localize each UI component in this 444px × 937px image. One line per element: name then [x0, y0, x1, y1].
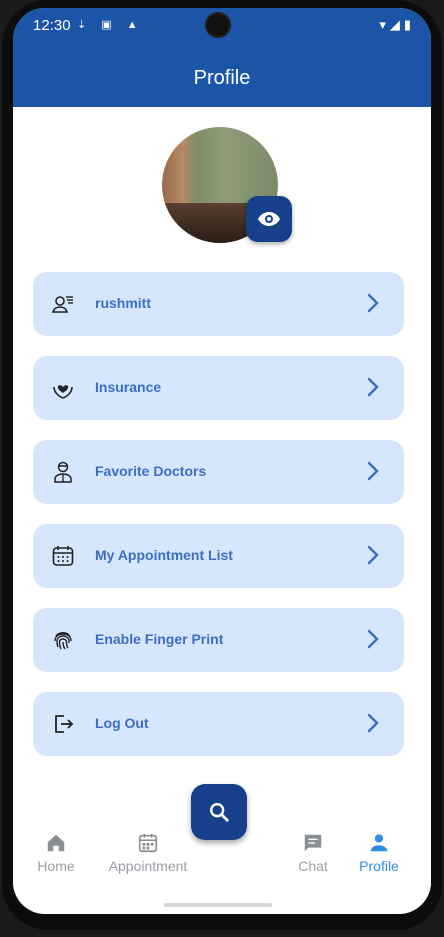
nav-chat[interactable]: Chat — [291, 832, 335, 874]
heart-hand-icon — [53, 385, 73, 399]
menu-item-label: Log Out — [95, 715, 149, 731]
home-icon — [47, 834, 65, 852]
menu-item-insurance[interactable]: Insurance — [33, 356, 404, 420]
menu-item-finger-print[interactable]: Enable Finger Print — [33, 608, 404, 672]
chevron-right-icon — [367, 545, 379, 565]
camera-cutout — [205, 12, 231, 38]
nav-label: Appointment — [108, 858, 188, 874]
menu-item-label: My Appointment List — [95, 547, 233, 563]
phone-frame: 12:30 ⇣ ▣ ▲ ▾◢▮ Profile rushmitt Insuran… — [2, 0, 442, 930]
menu-item-favorite-doctors[interactable]: Favorite Doctors — [33, 440, 404, 504]
user-list-icon — [51, 296, 73, 313]
gesture-bar[interactable] — [164, 903, 272, 907]
calendar-icon — [138, 833, 158, 853]
eye-icon — [258, 212, 280, 226]
nav-label: Profile — [359, 858, 399, 874]
nav-label: Chat — [298, 858, 328, 874]
menu-item-appointment-list[interactable]: My Appointment List — [33, 524, 404, 588]
chat-icon — [304, 834, 322, 852]
search-fab[interactable] — [191, 784, 247, 840]
menu-item-label: rushmitt — [95, 295, 151, 311]
chevron-right-icon — [367, 629, 379, 649]
fingerprint-icon — [54, 632, 72, 650]
nav-home[interactable]: Home — [33, 832, 79, 874]
chevron-right-icon — [367, 377, 379, 397]
calendar-icon — [52, 546, 74, 566]
search-icon — [210, 803, 229, 822]
status-time: 12:30 — [33, 17, 71, 34]
chevron-right-icon — [367, 293, 379, 313]
nav-profile[interactable]: Profile — [355, 832, 403, 874]
doctor-icon — [54, 461, 72, 483]
person-icon — [370, 834, 388, 852]
chevron-right-icon — [367, 461, 379, 481]
menu-item-label: Favorite Doctors — [95, 463, 207, 479]
nav-label: Home — [37, 858, 75, 874]
menu-item-label: Enable Finger Print — [95, 631, 224, 647]
menu-item-profile-name[interactable]: rushmitt — [33, 272, 404, 336]
view-photo-button[interactable] — [246, 196, 292, 242]
app-bar: Profile — [13, 44, 431, 107]
logout-icon — [55, 715, 74, 733]
screen: 12:30 ⇣ ▣ ▲ ▾◢▮ Profile rushmitt Insuran… — [13, 8, 431, 914]
status-notification-icons: ⇣ ▣ ▲ — [77, 19, 144, 31]
menu-item-log-out[interactable]: Log Out — [33, 692, 404, 756]
nav-appointment[interactable]: Appointment — [101, 832, 195, 874]
status-bar: 12:30 ⇣ ▣ ▲ ▾◢▮ — [13, 8, 431, 44]
status-system-icons: ▾◢▮ — [379, 17, 415, 32]
page-title: Profile — [193, 67, 251, 89]
chevron-right-icon — [367, 713, 379, 733]
menu-item-label: Insurance — [95, 379, 162, 395]
